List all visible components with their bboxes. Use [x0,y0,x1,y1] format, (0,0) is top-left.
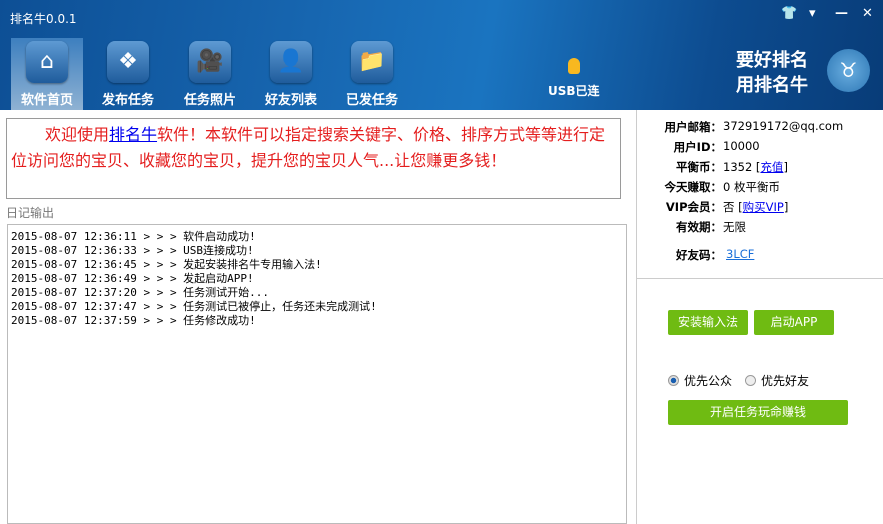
radio-label: 优先好友 [761,374,810,388]
close-icon[interactable]: ✕ [862,6,873,21]
nav-friend-list[interactable]: 👤 好友列表 [255,38,327,110]
friend-code-link[interactable]: 3LCF [726,247,754,261]
friend-code-label: 好友码： [676,248,722,262]
minimize-icon[interactable]: — [835,6,848,21]
slogan: 要好排名 用排名牛 [736,48,808,98]
log-entry: 2015-08-07 12:36:33 > > > USB连接成功! [11,244,254,257]
folder-icon: 📁 [351,41,393,83]
vip-value: 否 [723,200,735,214]
install-ime-button[interactable]: 安装输入法 [668,310,748,335]
recharge-link[interactable]: 充值 [760,160,783,174]
today-value: 0 枚平衡币 [723,180,780,194]
id-value: 10000 [723,139,760,153]
nav-label: 发布任务 [101,93,154,108]
priority-friend-radio[interactable]: 优先好友 [745,372,809,389]
balance-value: 1352 [723,160,753,174]
header: 排名牛0.0.1 👕 ▾ — ✕ ⌂ 软件首页 ❖ 发布任务 🎥 任务照片 👤 好友列表… [0,0,883,110]
log-entry: 2015-08-07 12:36:11 > > > 软件启动成功! [11,230,256,243]
start-task-button[interactable]: 开启任务玩命赚钱 [668,400,848,425]
launch-app-button[interactable]: 启动APP [754,310,834,335]
email-value: 372919172@qq.com [723,119,844,133]
balance-label: 平衡币： [676,160,722,174]
usb-status: USB已连 [548,58,600,99]
id-label: 用户ID： [673,140,722,154]
nav-task-photos[interactable]: 🎥 任务照片 [174,38,246,110]
bulb-icon [567,58,580,74]
priority-public-radio[interactable]: 优先公众 [668,372,732,389]
log-entry: 2015-08-07 12:36:45 > > > 发起安装排名牛专用输入法! [11,258,322,271]
radio-unchecked-icon [745,375,756,386]
bull-logo-icon: ♉ [827,49,870,92]
today-label: 今天赚取： [664,180,723,194]
nav-label: 已发任务 [345,93,398,108]
log-output[interactable]: 2015-08-07 12:36:11 > > > 软件启动成功! 2015-0… [7,224,627,524]
video-camera-icon: 🎥 [189,41,231,83]
window-title: 排名牛0.0.1 [10,12,77,26]
log-entry: 2015-08-07 12:36:49 > > > 发起启动APP! [11,272,254,285]
radio-label: 优先公众 [684,374,733,388]
slogan-line1: 要好排名 [736,50,808,71]
product-link[interactable]: 排名牛 [109,125,157,144]
nav-label: 任务照片 [183,93,236,108]
expiry-label: 有效期： [676,220,722,234]
nav-home[interactable]: ⌂ 软件首页 [11,38,83,110]
nav-label: 好友列表 [264,93,317,108]
person-icon: 👤 [270,41,312,83]
radio-checked-icon [668,375,679,386]
welcome-message: 欢迎使用排名牛软件！本软件可以指定搜索关键字、价格、排序方式等等进行定位访问您的… [6,118,621,199]
log-entry: 2015-08-07 12:37:47 > > > 任务测试已被停止，任务还未完… [11,300,377,313]
usb-status-text: USB已连 [548,84,600,98]
nav-sent-tasks[interactable]: 📁 已发任务 [336,38,408,110]
menu-icon[interactable]: ▾ [809,6,816,21]
skin-icon[interactable]: 👕 [781,6,797,21]
log-entry: 2015-08-07 12:37:59 > > > 任务修改成功! [11,314,256,327]
vip-label: VIP会员： [665,200,722,214]
slogan-line2: 用排名牛 [736,75,808,96]
log-label: 日记输出 [6,206,55,220]
home-icon: ⌂ [26,41,68,83]
email-label: 用户邮箱： [664,120,723,134]
log-entry: 2015-08-07 12:37:20 > > > 任务测试开始... [11,286,270,299]
diamond-grid-icon: ❖ [107,41,149,83]
buy-vip-link[interactable]: 购买VIP [743,200,784,214]
expiry-value: 无限 [723,220,746,234]
welcome-pre: 欢迎使用 [45,125,110,144]
nav-label: 软件首页 [20,93,73,108]
user-panel: 用户邮箱： 372919172@qq.com 用户ID： 10000 平衡币： 135… [636,110,883,524]
divider [637,278,883,279]
nav-publish-task[interactable]: ❖ 发布任务 [92,38,164,110]
